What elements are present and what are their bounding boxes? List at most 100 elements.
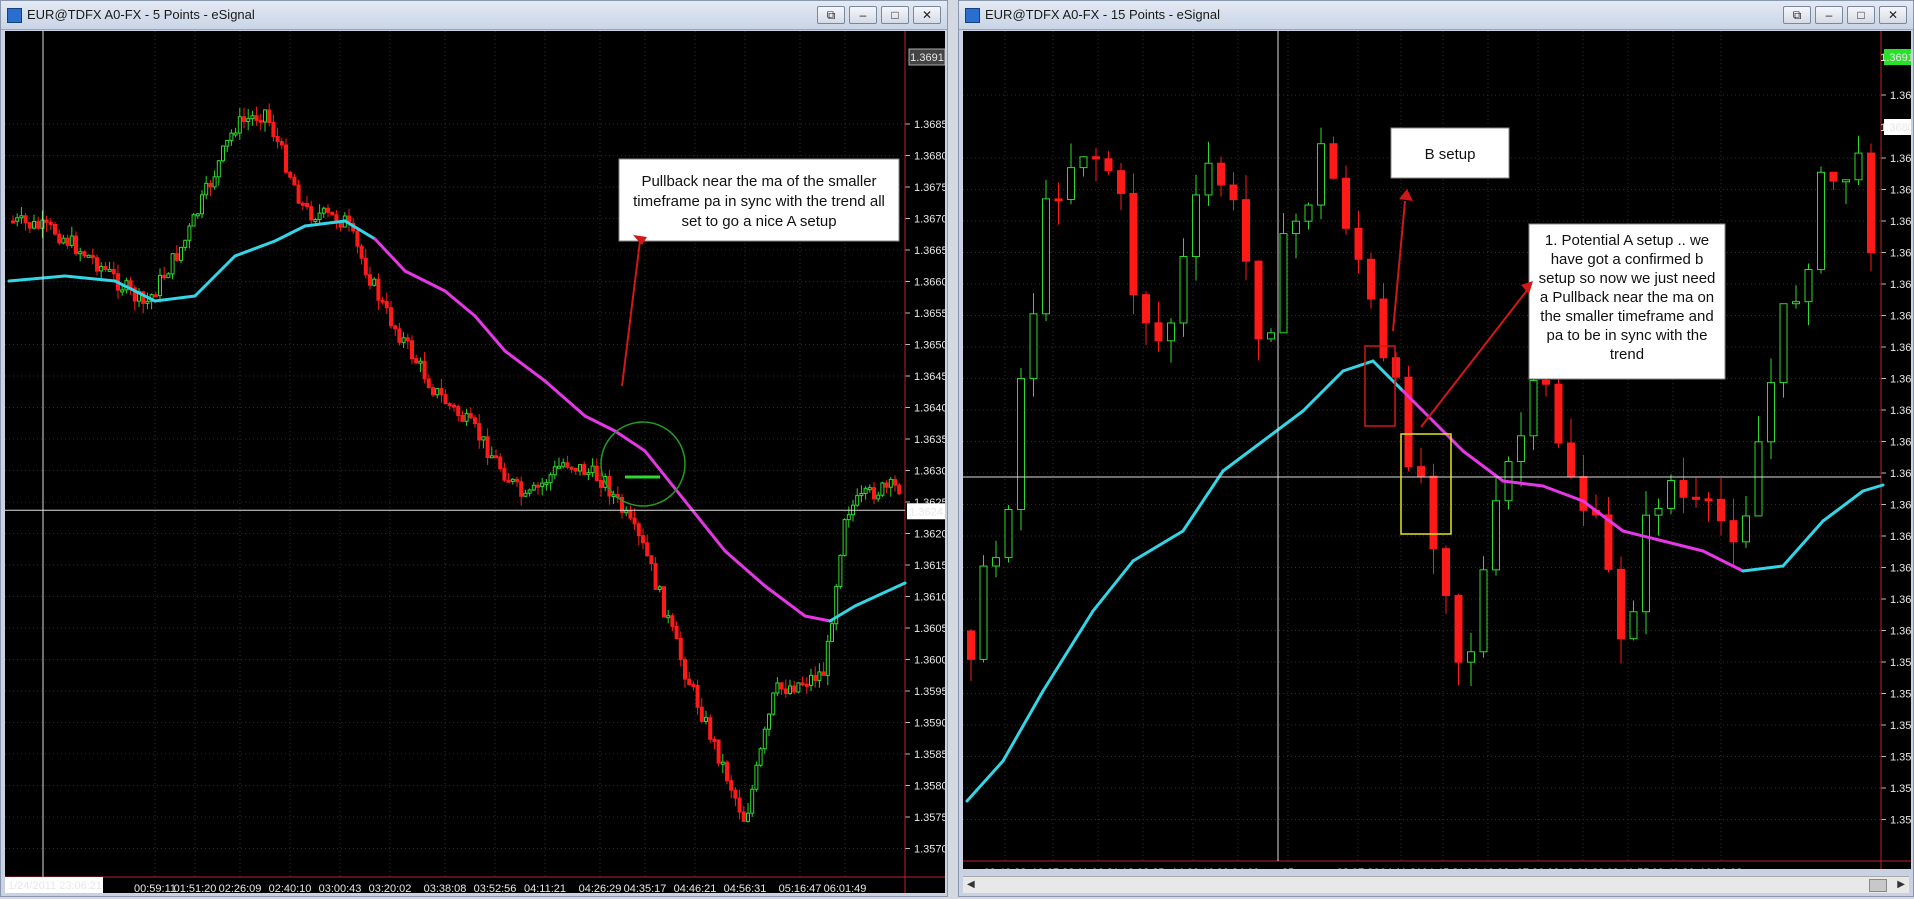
link-window-button[interactable]: ⧉ bbox=[1783, 6, 1811, 24]
candle-body bbox=[86, 254, 91, 258]
candle-body bbox=[720, 761, 725, 765]
price-tick-label: 1.3650 bbox=[1890, 311, 1911, 323]
price-chart-5min[interactable]: 1.3685 1.3680 1.3675 1.3670 1.3665 1.3660 1.36… bbox=[5, 31, 945, 893]
price-tick-label: 1.3585 bbox=[914, 749, 945, 761]
window-titlebar[interactable]: EUR@TDFX A0-FX - 15 Points - eSignal ⧉ –… bbox=[959, 1, 1913, 30]
candle-body bbox=[1054, 198, 1063, 202]
candle-body bbox=[44, 219, 49, 223]
price-tick-label: 1.3655 bbox=[914, 308, 945, 320]
candle-body bbox=[578, 464, 582, 472]
candle-body bbox=[569, 466, 574, 470]
candle-body bbox=[1542, 379, 1550, 385]
price-chart-15min[interactable]: 1.3685 1.3675 1.3670 1.3665 1.3660 1.3655 1.36… bbox=[963, 31, 1911, 869]
price-tick-label: 1.3595 bbox=[914, 686, 945, 698]
candle-body bbox=[15, 217, 20, 222]
candle-body bbox=[746, 812, 750, 822]
time-tick-label: 06:01:49 bbox=[824, 883, 867, 893]
annotation-line: setup so now we just need bbox=[1539, 270, 1716, 287]
candle-body bbox=[1454, 594, 1463, 663]
time-tick-label: 03:52:56 bbox=[474, 883, 517, 893]
candle-body bbox=[477, 423, 482, 441]
price-tick-label: 1.3660 bbox=[1890, 248, 1911, 260]
candle-body bbox=[489, 455, 494, 459]
candle-body bbox=[779, 682, 784, 690]
minimize-button[interactable]: – bbox=[1815, 6, 1843, 24]
candle-body bbox=[305, 203, 309, 208]
candle-body bbox=[1629, 611, 1638, 640]
candle-body bbox=[645, 542, 650, 557]
candle-body bbox=[195, 213, 200, 217]
close-button[interactable]: ✕ bbox=[1879, 6, 1907, 24]
annotation-line: have got a confirmed b bbox=[1551, 251, 1704, 268]
candle-body bbox=[880, 482, 885, 496]
window-titlebar[interactable]: EUR@TDFX A0-FX - 5 Points - eSignal ⧉ – … bbox=[1, 1, 947, 30]
candle-body bbox=[636, 523, 641, 537]
candle-body bbox=[527, 489, 532, 494]
candle-body bbox=[817, 671, 822, 681]
candle-body bbox=[443, 394, 448, 405]
candle-body bbox=[237, 116, 242, 134]
candle-body bbox=[737, 797, 742, 813]
annotation-line: timeframe pa in sync with the trend all bbox=[633, 193, 885, 210]
link-window-button[interactable]: ⧉ bbox=[817, 6, 845, 24]
candle-body bbox=[48, 221, 53, 225]
candle-body bbox=[590, 465, 595, 474]
price-tick-label: 1.3590 bbox=[914, 718, 945, 730]
candle-body bbox=[979, 565, 988, 660]
candle-body bbox=[200, 194, 204, 215]
maximize-button[interactable]: □ bbox=[881, 6, 909, 24]
candle-body bbox=[494, 455, 498, 459]
candle-body bbox=[242, 116, 246, 122]
candle-body bbox=[754, 764, 759, 790]
candle-body bbox=[1567, 442, 1575, 478]
candle-body bbox=[393, 325, 398, 330]
candle-body bbox=[246, 118, 251, 122]
candle-body bbox=[1192, 194, 1200, 258]
horizontal-scrollbar[interactable]: ◀ ▶ bbox=[963, 876, 1909, 893]
candle-body bbox=[103, 266, 108, 270]
candle-body bbox=[855, 495, 860, 506]
candle-body bbox=[191, 214, 196, 227]
time-tick-label: 10:19:02 bbox=[1700, 867, 1743, 869]
candle-body bbox=[57, 233, 62, 244]
candle-body bbox=[1717, 498, 1725, 522]
price-tick-label: 1.3685 bbox=[914, 119, 945, 131]
time-tick-label: 04:11:21 bbox=[1380, 867, 1422, 869]
candle-body bbox=[1829, 171, 1838, 182]
time-tick-label: 09:01:55 bbox=[1607, 867, 1650, 869]
maximize-button[interactable]: □ bbox=[1847, 6, 1875, 24]
candle-body bbox=[1729, 520, 1738, 543]
candle-body bbox=[153, 294, 158, 298]
time-tick-label: 04:35:17 bbox=[624, 883, 667, 893]
time-tick-label: 25 bbox=[1282, 867, 1294, 869]
candle-body bbox=[725, 761, 729, 782]
minimize-button[interactable]: – bbox=[849, 6, 877, 24]
candle-body bbox=[1579, 476, 1588, 511]
candle-body bbox=[767, 713, 771, 730]
candle-body bbox=[649, 555, 654, 565]
candle-body bbox=[842, 519, 847, 556]
price-tick-label: 1.3600 bbox=[914, 655, 945, 667]
price-tick-label: 1.3675 bbox=[914, 182, 945, 194]
candle-body bbox=[1304, 204, 1313, 222]
candle-body bbox=[1417, 466, 1425, 477]
candle-body bbox=[120, 289, 125, 293]
price-tick-label: 1.3675 bbox=[1890, 153, 1911, 165]
price-tick-label: 1.3685 bbox=[1890, 90, 1911, 102]
candle-body bbox=[788, 685, 792, 695]
candle-body bbox=[809, 674, 813, 686]
candle-body bbox=[1229, 184, 1238, 201]
candle-body bbox=[368, 274, 372, 286]
scroll-right-icon[interactable]: ▶ bbox=[1897, 879, 1905, 890]
scrollbar-thumb[interactable] bbox=[1869, 879, 1887, 892]
price-tick-label: 1.3635 bbox=[914, 434, 945, 446]
close-button[interactable]: ✕ bbox=[913, 6, 941, 24]
candle-body bbox=[174, 253, 179, 261]
scroll-left-icon[interactable]: ◀ bbox=[967, 879, 975, 890]
link-icon: ⧉ bbox=[826, 8, 836, 22]
candle-body bbox=[225, 139, 230, 147]
chart-window-5min[interactable]: EUR@TDFX A0-FX - 5 Points - eSignal ⧉ – … bbox=[0, 0, 948, 897]
candle-body bbox=[473, 417, 477, 425]
candle-body bbox=[158, 274, 162, 297]
chart-window-15min[interactable]: EUR@TDFX A0-FX - 15 Points - eSignal ⧉ –… bbox=[958, 0, 1914, 897]
